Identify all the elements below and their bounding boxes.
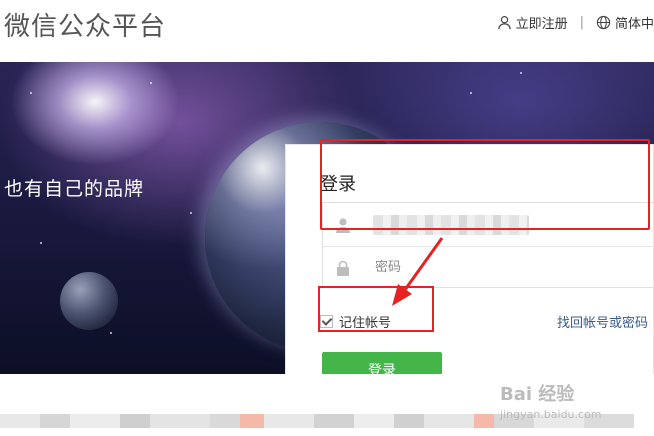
globe-icon	[596, 15, 611, 30]
banner-tagline: 也有自己的品牌	[4, 178, 145, 200]
register-label: 立即注册	[515, 17, 568, 32]
watermark-brand: Bai 经验	[500, 384, 575, 405]
annotation-arrow-icon	[392, 237, 444, 306]
lock-icon	[335, 260, 351, 276]
planet-small-image	[60, 272, 118, 330]
language-label: 简体中	[614, 17, 654, 32]
forgot-account-link[interactable]: 找回帐号或密码	[557, 312, 648, 331]
login-button[interactable]: 登录	[322, 352, 442, 374]
credentials-highlight	[320, 139, 650, 230]
watermark-url: jingyan.baidu.com	[500, 408, 602, 421]
header-separator: |	[579, 15, 584, 30]
language-switcher[interactable]: 简体中	[596, 13, 654, 32]
user-icon	[497, 15, 512, 30]
top-header: 微信公众平台 立即注册 | 简体中	[0, 0, 654, 62]
header-actions: 立即注册 | 简体中	[497, 13, 654, 32]
baidu-jingyan-watermark: Bai 经验 jingyan.baidu.com	[500, 380, 650, 428]
register-link[interactable]: 立即注册	[497, 13, 568, 32]
site-title: 微信公众平台	[4, 12, 167, 42]
password-field[interactable]	[323, 246, 654, 289]
